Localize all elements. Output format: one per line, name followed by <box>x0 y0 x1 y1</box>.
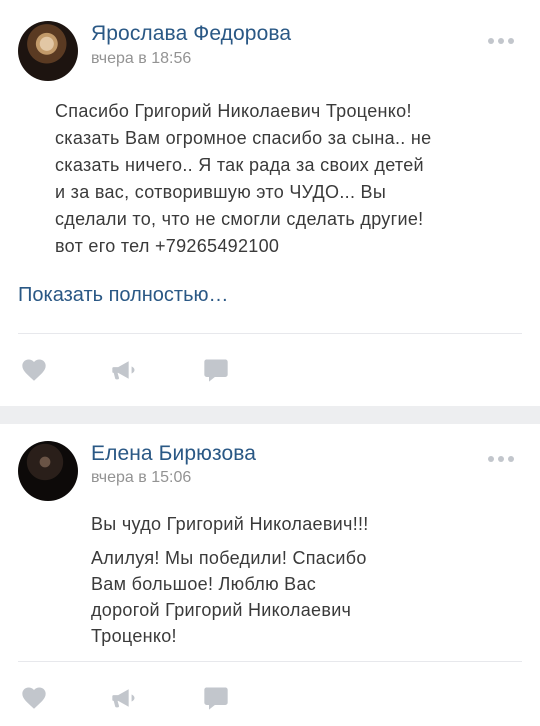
post-text-line: дорогой Григорий Николаевич <box>91 600 352 620</box>
post-text-line: вот его тел +79265492100 <box>55 236 280 256</box>
heart-icon[interactable] <box>20 684 48 712</box>
post-text-line: Троценко! <box>91 626 177 646</box>
post-text-line: Спасибо Григорий Николаевич Троценко! <box>55 101 412 121</box>
author-name[interactable]: Ярослава Федорова <box>91 22 291 46</box>
post-text-line: Алилуя! Мы победили! Спасибо <box>91 548 367 568</box>
more-dots-icon[interactable] <box>488 455 514 463</box>
post-text-line: сказать Вам огромное спасибо за сына.. н… <box>55 128 432 148</box>
show-more-link[interactable]: Показать полностью… <box>18 284 229 307</box>
author-name[interactable]: Елена Бирюзова <box>91 442 256 466</box>
megaphone-icon[interactable] <box>110 684 138 712</box>
comment-icon[interactable] <box>202 684 230 712</box>
post-card: Ярослава Федорова вчера в 18:56 Спасибо … <box>0 0 540 406</box>
divider <box>18 661 522 662</box>
avatar[interactable] <box>18 21 78 81</box>
post-time[interactable]: вчера в 18:56 <box>91 50 191 68</box>
post-actions <box>0 678 540 718</box>
comment-icon[interactable] <box>202 356 230 384</box>
post-text-line: и за вас, сотворившую это ЧУДО... Вы <box>55 182 387 202</box>
post-text-line: Вы чудо Григорий Николаевич!!! <box>91 514 369 534</box>
post-text-line: сказать ничего.. Я так рада за своих дет… <box>55 155 424 175</box>
post-card: Елена Бирюзова вчера в 15:06 Вы чудо Гри… <box>0 424 540 726</box>
divider <box>18 333 522 334</box>
heart-icon[interactable] <box>20 356 48 384</box>
avatar[interactable] <box>18 441 78 501</box>
megaphone-icon[interactable] <box>110 356 138 384</box>
post-time[interactable]: вчера в 15:06 <box>91 469 191 487</box>
post-text: Спасибо Григорий Николаевич Троценко! ск… <box>55 98 515 260</box>
post-actions <box>0 350 540 390</box>
post-text-line: сделали то, что не смогли сделать другие… <box>55 209 424 229</box>
more-dots-icon[interactable] <box>488 37 514 45</box>
post-text: Алилуя! Мы победили! Спасибо Вам большое… <box>91 545 511 649</box>
post-text-line: Вам большое! Люблю Вас <box>91 574 317 594</box>
